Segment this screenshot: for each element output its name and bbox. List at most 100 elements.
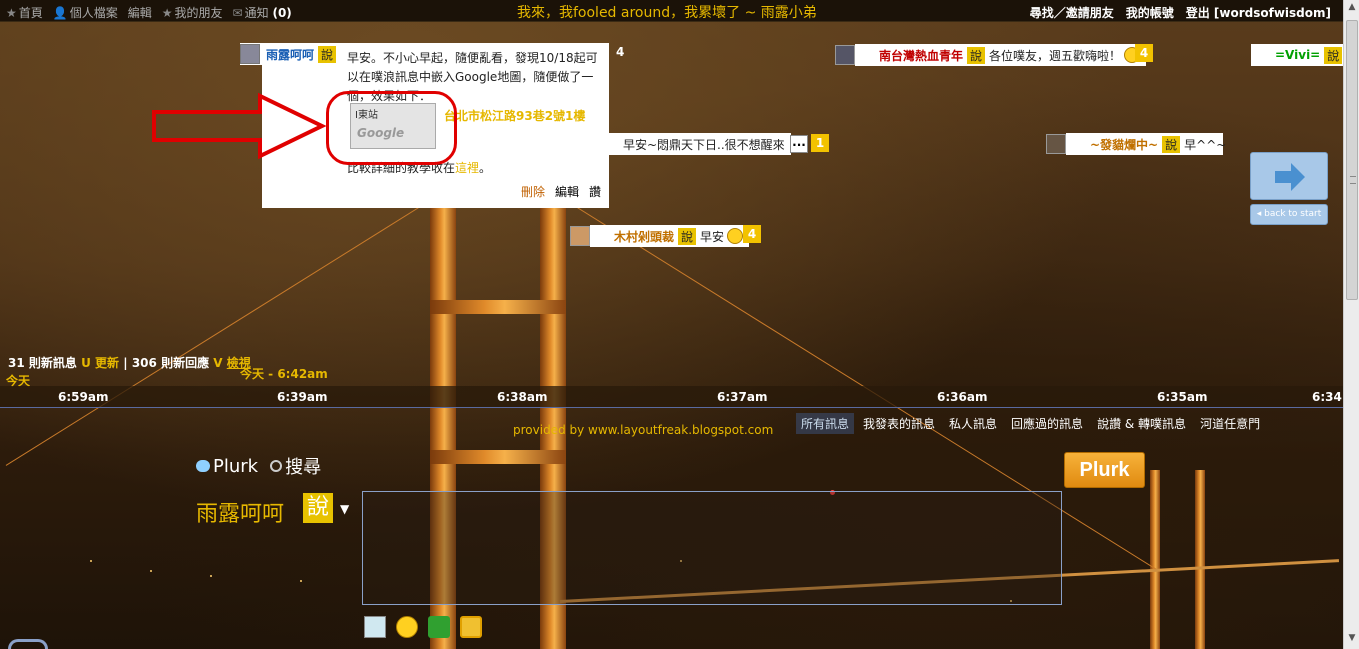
bridge-tower-right-post-a [1150,470,1160,649]
response-count[interactable]: 4 [743,225,761,243]
filter-mine[interactable]: 我發表的訊息 [858,413,940,434]
avatar[interactable] [570,226,590,246]
plurk-text: 早^^~ [1184,137,1227,152]
plurk-user-name[interactable]: =Vivi= [1275,48,1320,62]
top-navigation-bar: ★ 首頁 👤 個人檔案 編輯 ★ 我的朋友 ✉ 通知 (0) 我來，我fooled ar… [0,0,1343,22]
plurk-qualifier: 說 [318,45,337,63]
mail-icon: ✉ [232,6,243,20]
avatar[interactable] [835,45,855,65]
more-button[interactable]: ... [790,135,808,153]
plurk-bubble[interactable]: 南台灣熱血青年 說 各位噗友，週五歡嗨啦！ [835,44,1147,66]
expanded-plurk-header: 雨露呵呵 說 [240,43,341,65]
filter-liked-replurked[interactable]: 說讚 & 轉噗訊息 [1092,413,1191,434]
scroll-up-arrow-icon[interactable]: ▲ [1346,2,1358,16]
response-count[interactable]: 1 [811,134,829,152]
bridge-tower-right-post-b [1195,470,1205,649]
notify-label: 通知 [244,6,269,20]
friends-link[interactable]: ★ 我的朋友 [162,4,223,21]
tab-plurk[interactable]: Plurk [196,453,258,479]
provided-by-link[interactable]: provided by www.layoutfreak.blogspot.com [513,423,773,437]
tutorial-link[interactable]: 這裡 [455,161,479,175]
logout-link[interactable]: 登出 [wordsofwisdom] [1186,4,1331,21]
bridge-tower-left-beam-a [430,300,566,314]
new-plurk-count: 31 [8,356,25,370]
bridge-tower-left-beam-b [430,450,566,464]
plurk-user-name[interactable]: ~發貓爛中~ [1090,136,1158,153]
delete-button[interactable]: 刪除 [521,183,545,200]
lock-icon[interactable] [460,616,482,638]
like-button[interactable]: 讚 [589,183,601,200]
timeline-stats: 31 則新訊息 U 更新 | 306 則新回應 V 檢視 [8,354,251,371]
filter-responded[interactable]: 回應過的訊息 [1006,413,1088,434]
plurk-text: 早安~悶鼎天下日..很不想醒來 [623,137,785,152]
speech-bubble-icon [196,460,210,472]
avatar[interactable] [240,44,260,64]
search-icon [270,460,283,472]
emoticon-icon[interactable] [396,616,418,638]
scrollbar-thumb[interactable] [1346,20,1358,300]
plurk-user-name[interactable]: 雨露呵呵 [266,46,314,63]
qualifier-select[interactable]: 說 [303,493,334,523]
person-icon: 👤 [52,6,68,20]
time-label: 6:59am [58,390,109,404]
response-count[interactable]: 4 [1135,44,1153,62]
laugh-emoticon-icon [727,228,744,244]
new-response-label: 則新回應 [161,356,210,370]
tab-plurk-label: Plurk [213,455,259,477]
update-link[interactable]: 更新 [95,356,119,370]
scroll-down-arrow-icon[interactable]: ▼ [1346,633,1358,647]
tab-search[interactable]: 搜尋 [270,453,321,479]
tab-search-label: 搜尋 [285,457,322,478]
plurk-bubble[interactable]: 早安~悶鼎天下日..很不想醒來 [609,133,791,155]
time-label: 6:39am [277,390,328,404]
filter-anywhere[interactable]: 河道任意門 [1195,413,1265,434]
filter-all[interactable]: 所有訊息 [796,413,855,434]
notify-link[interactable]: ✉ 通知 (0) [233,4,292,21]
find-friends-link[interactable]: 尋找／邀請朋友 [1030,4,1114,21]
timeline-next-button[interactable] [1250,152,1328,200]
right-arrow-icon [1275,163,1305,191]
city-light [300,580,302,582]
image-upload-icon[interactable] [364,616,386,638]
page-title: 我來，我fooled around，我累壞了 ~ 雨露小弟 [517,5,817,21]
plurk-user-name[interactable]: 木村剁頭裁 [614,228,674,245]
edit-button[interactable]: 編輯 [555,183,579,200]
profile-link[interactable]: 👤 個人檔案 [53,4,118,21]
composer-tabs: Plurk 搜尋 [196,453,321,479]
time-label: 6:38am [497,390,548,404]
time-label: 6:36am [937,390,988,404]
plurk-bubble[interactable]: 木村剁頭裁 說 早安 [570,225,750,247]
new-response-count: 306 [131,356,157,370]
vertical-scrollbar[interactable]: ▲ ▼ [1343,0,1359,649]
plurk-user-name[interactable]: 南台灣熱血青年 [879,47,963,64]
plurk-bubble[interactable]: ~發貓爛中~ 說 早^^~ [1046,133,1227,155]
plurk-text: 早安 [700,229,725,244]
red-circle-annotation [326,91,457,165]
plurk-qualifier: 說 [967,46,986,64]
back-to-start-button[interactable]: ◂ back to start [1250,204,1328,225]
plurk-input[interactable] [362,491,1062,605]
response-count[interactable]: 4 [616,45,624,59]
grip-icon [1350,176,1356,184]
map-address-link[interactable]: 台北市松江路93巷2號1樓 [444,107,585,124]
time-label: 6:34 [1312,390,1342,404]
plurk-submit-button[interactable]: Plurk [1064,452,1145,488]
home-link[interactable]: ★ 首頁 [6,4,43,21]
avatar[interactable] [1046,134,1066,154]
friends-label: 我的朋友 [174,6,223,20]
time-label: 6:37am [717,390,768,404]
plurk-qualifier: 說 [678,227,697,245]
plurk-bubble[interactable]: =Vivi= 說 這 [1251,44,1343,66]
chevron-down-icon[interactable]: ▼ [340,502,349,516]
composer-user-name: 雨露呵呵 [196,502,285,527]
plurk-qualifier: 說 [1324,46,1343,64]
profile-label: 個人檔案 [69,6,118,20]
update-shortcut-key: U [81,356,91,370]
time-label: 6:35am [1157,390,1208,404]
timeline-ruler[interactable]: 6:59am 6:39am 6:38am 6:37am 6:36am 6:35a… [0,386,1343,408]
edit-profile-link[interactable]: 編輯 [128,4,152,21]
plurk-text: 各位噗友，週五歡嗨啦！ [989,48,1122,63]
filter-private[interactable]: 私人訊息 [944,413,1002,434]
share-icon[interactable] [428,616,450,638]
my-account-link[interactable]: 我的帳號 [1126,4,1174,21]
